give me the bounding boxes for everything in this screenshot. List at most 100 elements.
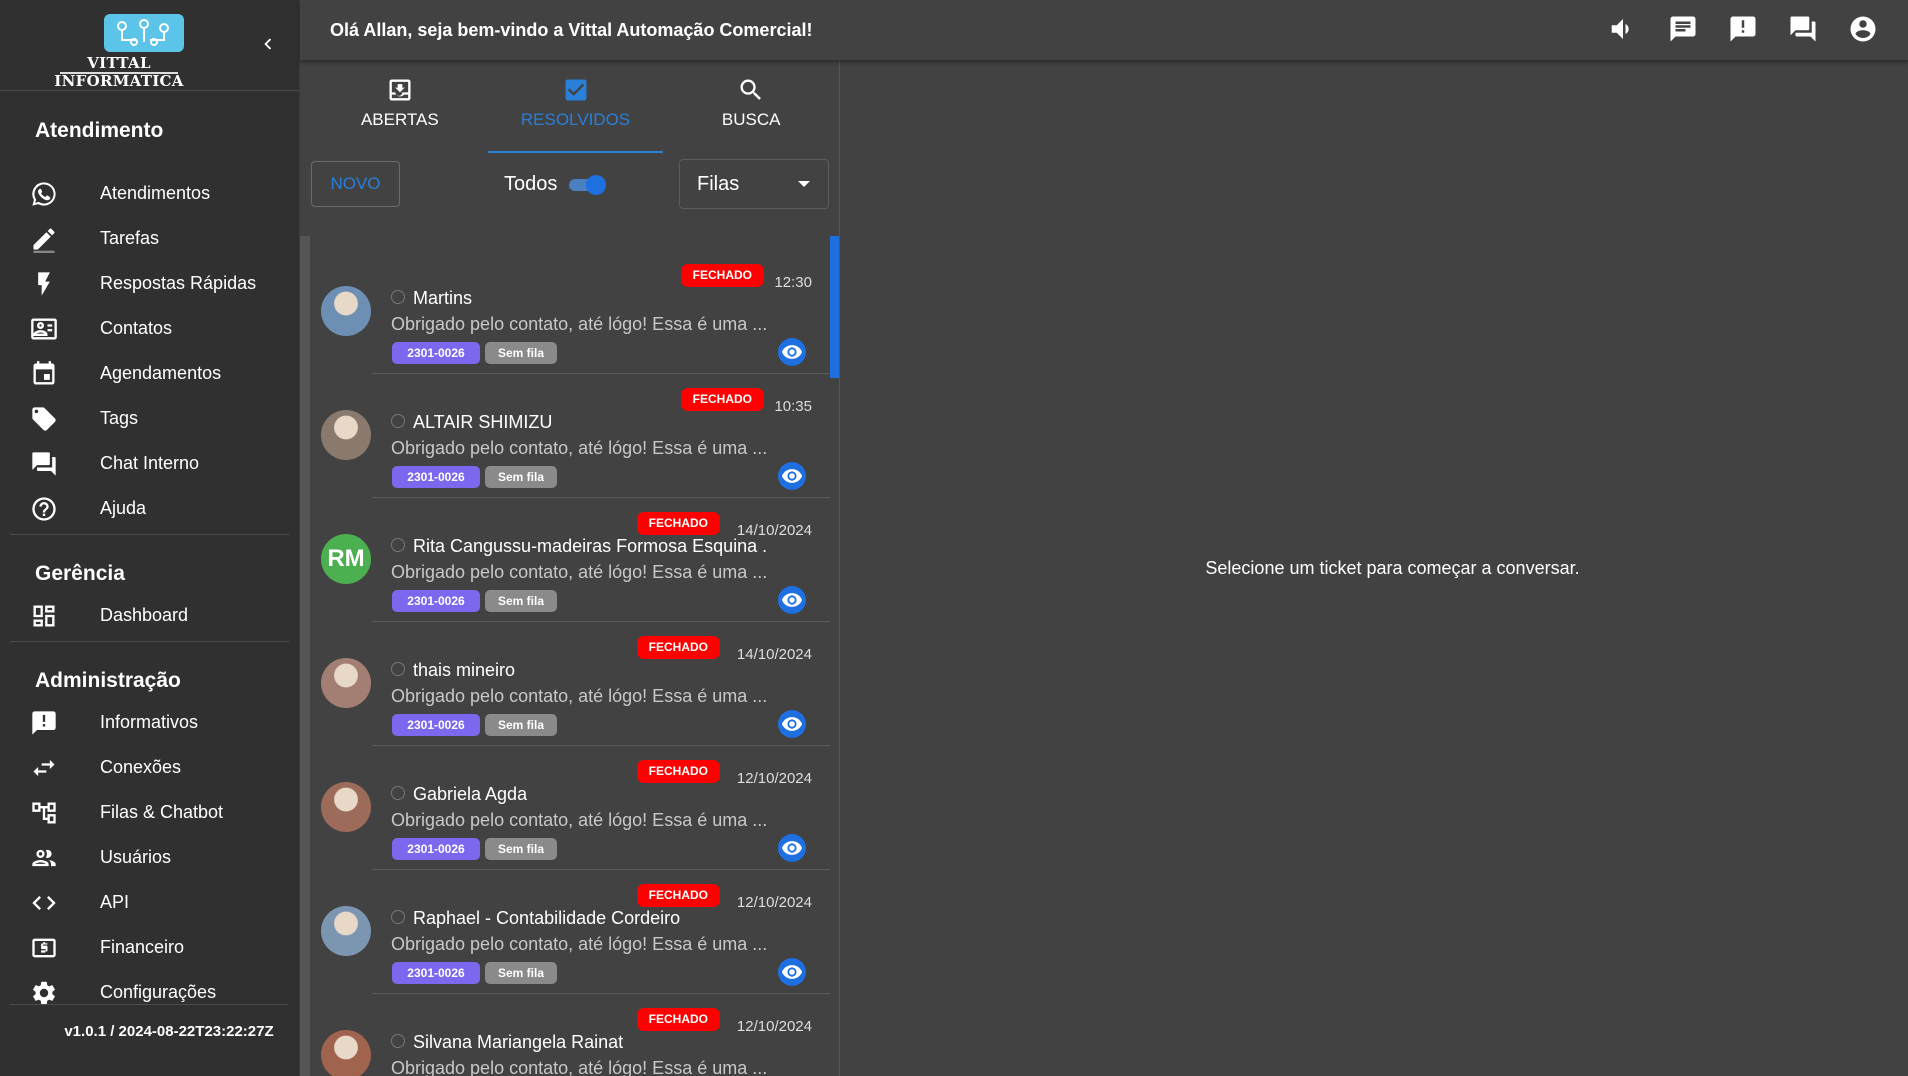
sidebar-item-label: Ajuda xyxy=(100,498,147,518)
ticket-time: 14/10/2024 xyxy=(736,646,812,663)
sidebar-item-label: Conexões xyxy=(100,757,182,777)
sidebar-item-ajuda[interactable]: Ajuda xyxy=(0,486,299,531)
sidebar-item-chat-interno[interactable]: Chat Interno xyxy=(0,441,299,486)
view-ticket-button[interactable] xyxy=(778,710,806,738)
sidebar-item-label: Contatos xyxy=(100,318,173,338)
tab-label: ABERTAS xyxy=(360,110,439,129)
connection-tag: 2301-0026 xyxy=(392,466,480,488)
ticket-item[interactable]: Raphael - Contabilidade Cordeiro Obrigado… xyxy=(310,870,830,994)
eye-icon xyxy=(781,841,803,855)
sidebar-item-label: API xyxy=(100,892,130,912)
view-ticket-button[interactable] xyxy=(778,586,806,614)
whatsapp-icon xyxy=(391,290,405,304)
ticket-item[interactable]: Martins Obrigado pelo contato, até lógo! … xyxy=(310,250,830,374)
tickets-panel: ABERTAS RESOLVIDOS BUSCA NOVO Todos Fila… xyxy=(300,60,840,1076)
view-ticket-button[interactable] xyxy=(778,462,806,490)
tab-busca[interactable]: BUSCA xyxy=(663,60,839,153)
ticket-item[interactable]: Gabriela Agda Obrigado pelo contato, até … xyxy=(310,746,830,870)
top-icons xyxy=(1608,14,1878,44)
dashboard-icon xyxy=(0,602,100,630)
all-toggle-label: Todos xyxy=(504,173,558,195)
view-ticket-button[interactable] xyxy=(778,958,806,986)
sidebar-item-agendamentos[interactable]: Agendamentos xyxy=(0,351,299,396)
sidebar-item-label: Financeiro xyxy=(100,937,185,957)
section-title: Gerência xyxy=(35,562,125,585)
connection-tag: 2301-0026 xyxy=(392,342,480,364)
logo-area: VITTAL INFORMÁTICA xyxy=(0,0,299,91)
sidebar-item-tarefas[interactable]: Tarefas xyxy=(0,216,299,261)
collapse-sidebar-button[interactable] xyxy=(256,30,280,58)
whatsapp-icon xyxy=(391,538,405,552)
queue-tag: Sem fila xyxy=(485,466,557,488)
new-ticket-button[interactable]: NOVO xyxy=(311,161,400,207)
list-scroll-track[interactable] xyxy=(300,236,310,1076)
gear-icon xyxy=(0,979,100,1007)
sidebar-item-label: Configurações xyxy=(100,982,217,1002)
inbox-icon xyxy=(389,79,411,101)
logo: VITTAL INFORMÁTICA xyxy=(30,14,208,90)
ticket-last-message: Obrigado pelo contato, até lógo! Essa é … xyxy=(391,810,768,830)
avatar xyxy=(321,1030,371,1076)
ticket-contact-name: Gabriela Agda xyxy=(413,784,528,804)
sidebar-item-atendimentos[interactable]: Atendimentos xyxy=(0,171,299,216)
sidebar-item-label: Usuários xyxy=(100,847,172,867)
sidebar-item-label: Informativos xyxy=(100,712,199,732)
eye-icon xyxy=(781,965,803,979)
caret-down-icon xyxy=(798,181,810,187)
calendar-icon xyxy=(0,360,100,388)
ticket-last-message: Obrigado pelo contato, até lógo! Essa é … xyxy=(391,438,768,458)
ticket-time: 12/10/2024 xyxy=(736,770,812,787)
ticket-item[interactable]: RM Rita Cangussu-madeiras Formosa Esquina… xyxy=(310,498,830,622)
status-badge: FECHADO xyxy=(680,388,764,411)
view-ticket-button[interactable] xyxy=(778,338,806,366)
all-toggle-switch[interactable] xyxy=(569,175,606,195)
sidebar-item-tags[interactable]: Tags xyxy=(0,396,299,441)
ticket-item[interactable]: ALTAIR SHIMIZU Obrigado pelo contato, até… xyxy=(310,374,830,498)
ticket-contact-name: Rita Cangussu-madeiras Formosa Esquina .… xyxy=(413,536,768,556)
sidebar-item-label: Atendimentos xyxy=(100,183,211,203)
users-icon xyxy=(0,844,100,872)
volume-icon[interactable] xyxy=(1608,14,1638,44)
queue-select-value: Filas xyxy=(697,173,740,195)
queue-tag: Sem fila xyxy=(485,590,557,612)
status-badge: FECHADO xyxy=(636,512,720,535)
sidebar-item-dashboard[interactable]: Dashboard xyxy=(0,593,299,638)
sidebar-item-label: Agendamentos xyxy=(100,363,222,383)
queue-tag: Sem fila xyxy=(485,962,557,984)
queue-select[interactable]: Filas xyxy=(679,159,829,209)
sidebar-item-conexoes[interactable]: Conexões xyxy=(0,745,299,790)
view-ticket-button[interactable] xyxy=(778,834,806,862)
status-badge: FECHADO xyxy=(680,264,764,287)
search-icon xyxy=(740,79,762,100)
announcement-icon xyxy=(0,709,100,737)
whatsapp-icon xyxy=(391,662,405,676)
queue-tag: Sem fila xyxy=(485,838,557,860)
status-badge: FECHADO xyxy=(636,884,720,907)
announcement-icon[interactable] xyxy=(1728,14,1758,44)
tab-abertas[interactable]: ABERTAS xyxy=(312,60,488,153)
sidebar-item-usuarios[interactable]: Usuários xyxy=(0,835,299,880)
account-icon[interactable] xyxy=(1848,14,1878,44)
forum-icon[interactable] xyxy=(1788,14,1818,44)
sidebar-nav: Atendimento Atendimentos Tarefas Respostas … xyxy=(0,91,299,1015)
ticket-item[interactable]: thais mineiro Obrigado pelo contato, até … xyxy=(310,622,830,746)
tab-resolvidos[interactable]: RESOLVIDOS xyxy=(487,60,664,153)
ticket-item[interactable]: Silvana Mariangela Rainat Obrigado pelo c… xyxy=(310,994,830,1076)
sidebar-item-label: Filas & Chatbot xyxy=(100,802,224,822)
sidebar-item-contatos[interactable]: Contatos xyxy=(0,306,299,351)
sidebar-item-filas-chatbot[interactable]: Filas & Chatbot xyxy=(0,790,299,835)
sidebar-item-financeiro[interactable]: Financeiro xyxy=(0,925,299,970)
version-label: v1.0.1 / 2024-08-22T23:22:27Z xyxy=(10,1004,288,1040)
whatsapp-icon xyxy=(391,1034,405,1048)
sidebar-item-informativos[interactable]: Informativos xyxy=(0,700,299,745)
avatar xyxy=(321,286,371,336)
logo-badge xyxy=(104,14,184,52)
ticket-contact-name: thais mineiro xyxy=(413,660,516,680)
logo-subtitle-line xyxy=(60,72,178,74)
sidebar-item-api[interactable]: API xyxy=(0,880,299,925)
message-icon[interactable] xyxy=(1668,14,1698,44)
eye-icon xyxy=(781,717,803,731)
sidebar-item-respostas-rapidas[interactable]: Respostas Rápidas xyxy=(0,261,299,306)
ticket-list[interactable]: Martins Obrigado pelo contato, até lógo! … xyxy=(300,236,840,1076)
conversation-area: Selecione um ticket para começar a conve… xyxy=(841,60,1908,1076)
